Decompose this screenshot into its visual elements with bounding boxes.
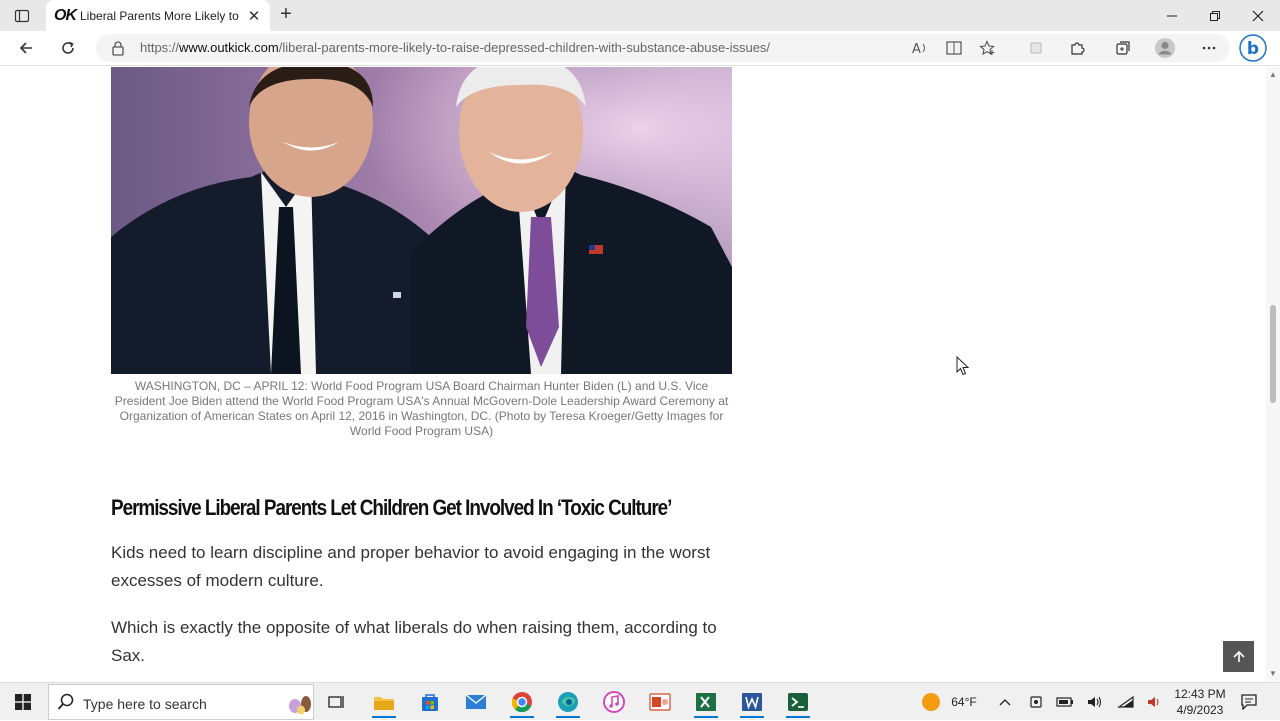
windows-start-icon[interactable]	[0, 683, 46, 721]
section-heading: Permissive Liberal Parents Let Children …	[111, 495, 672, 520]
page-viewport[interactable]: WASHINGTON, DC – APRIL 12: World Food Pr…	[0, 67, 1266, 682]
more-menu-icon[interactable]	[1195, 35, 1223, 61]
profile-avatar-icon[interactable]	[1151, 35, 1179, 61]
weather-temperature: 64°F	[951, 695, 977, 709]
bing-badge: b	[1247, 39, 1259, 59]
battery-icon[interactable]	[1054, 683, 1076, 721]
address-bar[interactable]: https://www.outkick.com/liberal-parents-…	[96, 34, 1230, 62]
word-icon[interactable]	[732, 686, 772, 718]
chrome-icon[interactable]	[502, 686, 542, 718]
tab-strip: OK Liberal Parents More Likely to Raise …	[0, 0, 1280, 31]
volume-icon[interactable]	[1084, 683, 1106, 721]
microsoft-store-icon[interactable]	[410, 686, 450, 718]
extension-icon[interactable]	[1022, 35, 1050, 61]
collections-icon[interactable]	[1109, 35, 1137, 61]
refresh-icon[interactable]	[54, 35, 82, 61]
article-paragraph: Which is exactly the opposite of what li…	[111, 618, 717, 665]
restore-button[interactable]	[1193, 0, 1237, 31]
excel-icon[interactable]	[686, 686, 726, 718]
meet-now-icon[interactable]	[1025, 683, 1047, 721]
wifi-icon[interactable]	[1115, 683, 1137, 721]
terminal-app-icon[interactable]	[778, 686, 818, 718]
read-aloud-icon[interactable]: A	[909, 38, 931, 58]
extensions-puzzle-icon[interactable]	[1063, 35, 1091, 61]
add-favorite-icon[interactable]	[977, 38, 999, 58]
page-scrollbar[interactable]: ▲ ▼	[1266, 67, 1280, 682]
itunes-icon[interactable]	[594, 686, 634, 718]
minimize-button[interactable]	[1150, 0, 1194, 31]
tab-title: Liberal Parents More Likely to Raise Dep…	[80, 8, 240, 23]
scrollbar-thumb[interactable]	[1270, 305, 1276, 403]
svg-text:A: A	[912, 42, 921, 56]
windows-taskbar: Type here to search 64°F 12:43 PM 4/9/20…	[0, 682, 1280, 720]
arrow-up-icon	[1232, 650, 1245, 662]
outkick-favicon-icon: OK	[54, 6, 77, 24]
weather-widget[interactable]: 64°F	[914, 683, 984, 721]
tab-close-icon[interactable]: ✕	[246, 7, 262, 25]
tab-actions-icon[interactable]	[8, 6, 36, 26]
browser-tab-active[interactable]: OK Liberal Parents More Likely to Raise …	[46, 0, 270, 31]
new-tab-button[interactable]: +	[276, 4, 296, 24]
task-view-icon[interactable]	[317, 686, 357, 718]
article-photo	[111, 67, 732, 374]
system-clock[interactable]: 12:43 PM 4/9/2023	[1170, 686, 1230, 718]
clock-time: 12:43 PM	[1174, 687, 1226, 701]
photo-caption: WASHINGTON, DC – APRIL 12: World Food Pr…	[114, 379, 729, 438]
search-placeholder: Type here to search	[83, 696, 207, 712]
bing-copilot-icon[interactable]: b	[1238, 33, 1268, 63]
mouse-pointer-icon	[956, 356, 970, 376]
clock-date: 4/9/2023	[1176, 703, 1224, 717]
taskbar-search-input[interactable]: Type here to search	[48, 684, 314, 720]
scroll-up-icon[interactable]: ▲	[1269, 71, 1277, 79]
url-text[interactable]: https://www.outkick.com/liberal-parents-…	[140, 40, 770, 55]
close-window-button[interactable]	[1236, 0, 1280, 31]
notifications-icon[interactable]	[1238, 683, 1260, 721]
powerpoint-icon[interactable]	[640, 686, 680, 718]
immersive-reader-icon[interactable]	[943, 38, 965, 58]
easter-eggs-icon	[289, 696, 311, 715]
mail-icon[interactable]	[456, 686, 496, 718]
edge-icon[interactable]	[548, 686, 588, 718]
back-to-top-button[interactable]	[1223, 641, 1254, 672]
sun-weather-icon	[922, 693, 941, 711]
lock-icon	[112, 41, 124, 56]
browser-toolbar: https://www.outkick.com/liberal-parents-…	[0, 31, 1280, 66]
file-explorer-icon[interactable]	[364, 686, 404, 718]
article-paragraph: Kids need to learn discipline and proper…	[111, 543, 711, 590]
search-icon	[57, 693, 74, 710]
speaker-muted-icon[interactable]	[1144, 683, 1166, 721]
scroll-down-icon[interactable]: ▼	[1269, 670, 1277, 678]
show-hidden-icons-chevron-icon[interactable]	[994, 683, 1016, 721]
back-arrow-icon[interactable]	[12, 35, 40, 61]
